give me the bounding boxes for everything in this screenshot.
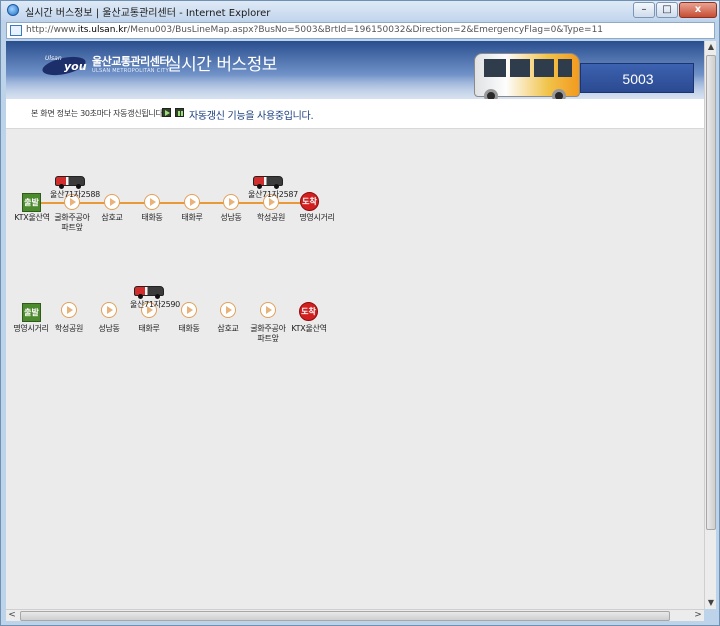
- center-name: 울산교통관리센터: [92, 55, 169, 68]
- pause-icon: [178, 111, 180, 116]
- bus-marker-icon[interactable]: [55, 176, 85, 189]
- end-badge: 도착: [299, 302, 318, 321]
- ulsan-logo: Ulsan you: [40, 53, 90, 79]
- stop-marker[interactable]: [144, 194, 160, 210]
- bus-number: 5003: [622, 71, 654, 87]
- window-controls: – □ x: [633, 2, 717, 18]
- browser-window: 실시간 버스정보 | 울산교통관리센터 - Internet Explorer …: [0, 0, 720, 626]
- title-bar: 실시간 버스정보 | 울산교통관리센터 - Internet Explorer …: [1, 1, 719, 20]
- stop-label-line: 파트앞: [257, 334, 279, 343]
- stop-marker[interactable]: [223, 194, 239, 210]
- page-content: Ulsan you 울산교통관리센터 ULSAN METROPOLITAN CI…: [6, 41, 704, 609]
- ie-icon: [7, 4, 19, 16]
- bus-plate: 울산71자2588: [50, 190, 100, 199]
- start-badge: 출발: [22, 303, 41, 322]
- scroll-left-icon[interactable]: <: [6, 610, 18, 622]
- maximize-button[interactable]: □: [656, 2, 678, 18]
- stop-marker[interactable]: [260, 302, 276, 318]
- stop-label-line: 파트앞: [61, 223, 83, 232]
- bus-plate: 울산71자2590: [130, 300, 180, 309]
- stop-label: 명영시거리: [299, 213, 335, 222]
- stop-marker[interactable]: [220, 302, 236, 318]
- scroll-right-icon[interactable]: >: [692, 610, 704, 622]
- bus-marker-icon[interactable]: [134, 286, 164, 299]
- close-button[interactable]: x: [679, 2, 717, 18]
- play-button[interactable]: [162, 108, 171, 117]
- stop-label-line: 굴화주공아: [250, 324, 286, 333]
- stop-marker[interactable]: [61, 302, 77, 318]
- stop-marker[interactable]: [101, 302, 117, 318]
- start-badge: 출발: [22, 193, 41, 212]
- url-prefix: http://www.: [26, 25, 78, 35]
- page-icon: [10, 25, 22, 36]
- url-domain: its.ulsan.kr: [77, 25, 128, 35]
- scroll-down-icon[interactable]: ▼: [705, 597, 717, 609]
- vertical-scroll-thumb[interactable]: [706, 55, 716, 530]
- bus-plate: 울산71자2587: [248, 190, 298, 199]
- logo-ulsan-text: Ulsan: [45, 55, 62, 62]
- stop-marker[interactable]: [184, 194, 200, 210]
- url-text[interactable]: http://www.its.ulsan.kr/Menu003/BusLineM…: [26, 25, 603, 35]
- info-bar: 본 화면 정보는 30초마다 자동갱신됩니다. 자동갱신 기능을 사용중입니다.: [6, 99, 704, 129]
- page-header: Ulsan you 울산교통관리센터 ULSAN METROPOLITAN CI…: [6, 41, 704, 103]
- center-subtitle: ULSAN METROPOLITAN CITY: [92, 68, 169, 74]
- play-icon: [165, 110, 170, 116]
- bus-marker-icon[interactable]: [253, 176, 283, 189]
- page-title: 실시간 버스정보: [166, 55, 277, 75]
- refresh-notice: 본 화면 정보는 30초마다 자동갱신됩니다.: [31, 109, 165, 118]
- address-bar[interactable]: http://www.its.ulsan.kr/Menu003/BusLineM…: [6, 22, 715, 39]
- auto-refresh-status: 자동갱신 기능을 사용중입니다.: [189, 111, 314, 122]
- stop-label: KTX울산역: [291, 324, 327, 333]
- scroll-up-icon[interactable]: ▲: [705, 41, 717, 53]
- window-title: 실시간 버스정보 | 울산교통관리센터 - Internet Explorer: [25, 8, 271, 19]
- pause-button[interactable]: [175, 108, 184, 117]
- vertical-scrollbar[interactable]: ▲ ▼: [704, 41, 716, 609]
- bus-illustration-icon: [474, 49, 582, 105]
- url-path: /Menu003/BusLineMap.aspx?BusNo=5003&BrtI…: [127, 25, 604, 35]
- bus-number-box: 5003: [580, 63, 694, 93]
- minimize-button[interactable]: –: [633, 2, 655, 18]
- logo-you-text: you: [64, 60, 87, 73]
- horizontal-scrollbar[interactable]: < >: [6, 609, 704, 621]
- horizontal-scroll-thumb[interactable]: [20, 611, 670, 621]
